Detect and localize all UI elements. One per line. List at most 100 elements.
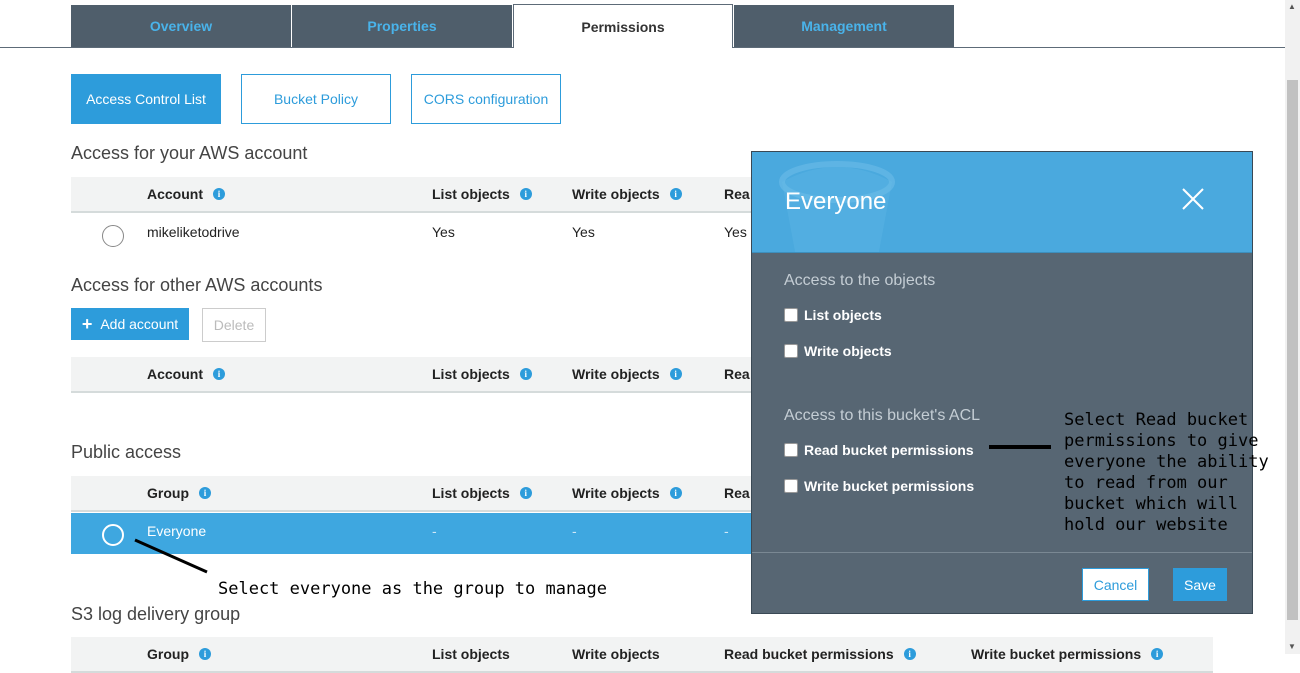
- column-read-label: Rea: [724, 485, 750, 501]
- acl-heading: Access to this bucket's ACL: [784, 407, 981, 424]
- info-icon[interactable]: i: [213, 188, 225, 200]
- column-list-label: List objects: [432, 366, 510, 382]
- write-bucket-checkbox[interactable]: [784, 479, 798, 493]
- column-read: Rea: [724, 186, 750, 202]
- read-bucket-label: Read bucket permissions: [804, 442, 974, 458]
- list-objects-option[interactable]: List objects: [784, 307, 882, 323]
- info-icon[interactable]: i: [669, 188, 682, 200]
- add-account-label: Add account: [100, 316, 179, 332]
- delete-button[interactable]: Delete: [202, 308, 266, 342]
- other-accounts-title: Access for other AWS accounts: [71, 275, 323, 295]
- column-list-label: List objects: [432, 646, 510, 662]
- column-group: Group i: [147, 485, 211, 501]
- everyone-radio[interactable]: [102, 524, 124, 546]
- subtab-bucket-policy[interactable]: Bucket Policy: [241, 74, 391, 124]
- info-icon[interactable]: i: [213, 368, 225, 380]
- column-list-label: List objects: [432, 186, 510, 202]
- annotation-line: permissions to give: [1064, 431, 1259, 451]
- column-write-bucket-label: Write bucket permissions: [971, 646, 1142, 662]
- column-write-objects: Write objects: [572, 646, 660, 662]
- save-button[interactable]: Save: [1173, 568, 1227, 601]
- info-icon[interactable]: i: [669, 487, 682, 499]
- tab-overview[interactable]: Overview: [71, 5, 291, 47]
- annotation-line: hold our website: [1064, 515, 1228, 535]
- scroll-down-arrow[interactable]: ▼: [1288, 642, 1296, 651]
- tab-properties[interactable]: Properties: [292, 5, 512, 47]
- info-icon[interactable]: i: [1151, 648, 1164, 660]
- annotation-line: bucket which will: [1064, 494, 1238, 514]
- column-account: Account i: [147, 366, 225, 382]
- info-icon[interactable]: i: [903, 648, 916, 660]
- info-icon[interactable]: i: [519, 368, 532, 380]
- column-list-objects: List objects i: [432, 366, 532, 382]
- tab-permissions[interactable]: Permissions: [513, 4, 733, 48]
- objects-heading: Access to the objects: [784, 272, 936, 289]
- read-bucket-option[interactable]: Read bucket permissions: [784, 442, 974, 458]
- list-objects-checkbox[interactable]: [784, 308, 798, 322]
- column-group-label: Group: [147, 485, 189, 501]
- annotation-read-note: Select Read bucket permissions to give e…: [1064, 410, 1269, 536]
- write-objects-checkbox[interactable]: [784, 344, 798, 358]
- modal-title: Everyone: [785, 188, 887, 215]
- column-read: Rea: [724, 366, 750, 382]
- info-icon[interactable]: i: [519, 487, 532, 499]
- column-read-bucket-label: Read bucket permissions: [724, 646, 894, 662]
- cancel-button[interactable]: Cancel: [1082, 568, 1149, 601]
- write-bucket-option[interactable]: Write bucket permissions: [784, 478, 974, 494]
- own-account-title: Access for your AWS account: [71, 143, 308, 163]
- column-write-objects: Write objects i: [572, 186, 682, 202]
- column-list-objects: List objects i: [432, 186, 532, 202]
- list-objects-label: List objects: [804, 307, 882, 323]
- column-write-objects: Write objects i: [572, 485, 682, 501]
- column-list-label: List objects: [432, 485, 510, 501]
- read-bucket-checkbox[interactable]: [784, 443, 798, 457]
- public-access-title: Public access: [71, 442, 182, 462]
- column-write-label: Write objects: [572, 646, 660, 662]
- write-objects-option[interactable]: Write objects: [784, 343, 892, 359]
- subtab-access-control-list[interactable]: Access Control List: [71, 74, 221, 124]
- column-list-objects: List objects i: [432, 485, 532, 501]
- annotation-line-everyone: [134, 538, 208, 574]
- modal-header: Everyone: [752, 152, 1252, 253]
- tab-management[interactable]: Management: [734, 5, 954, 47]
- everyone-read-value: -: [724, 523, 729, 539]
- column-read-bucket: Read bucket permissions i: [724, 646, 916, 662]
- annotation-line-read: [989, 445, 1051, 449]
- log-delivery-table-header: Group i List objects Write objects Read b…: [71, 637, 1213, 673]
- own-account-name: mikeliketodrive: [147, 224, 240, 240]
- column-read: Rea: [724, 485, 750, 501]
- everyone-permissions-modal: Everyone Access to the objects List obje…: [751, 151, 1253, 614]
- subtab-cors-configuration[interactable]: CORS configuration: [411, 74, 561, 124]
- info-icon[interactable]: i: [519, 188, 532, 200]
- column-list-objects: List objects: [432, 646, 510, 662]
- add-account-button[interactable]: + Add account: [71, 308, 189, 340]
- plus-icon: +: [81, 314, 93, 334]
- own-account-radio[interactable]: [102, 225, 124, 247]
- column-write-label: Write objects: [572, 366, 660, 382]
- annotation-select-everyone: Select everyone as the group to manage: [218, 579, 607, 599]
- info-icon[interactable]: i: [669, 368, 682, 380]
- column-read-label: Rea: [724, 186, 750, 202]
- write-bucket-label: Write bucket permissions: [804, 478, 975, 494]
- scroll-up-arrow[interactable]: ▲: [1288, 2, 1296, 11]
- info-icon[interactable]: i: [199, 487, 211, 499]
- column-group: Group i: [147, 646, 211, 662]
- column-group-label: Group: [147, 646, 189, 662]
- annotation-line: to read from our: [1064, 473, 1228, 493]
- column-write-objects: Write objects i: [572, 366, 682, 382]
- log-delivery-title: S3 log delivery group: [71, 604, 241, 624]
- everyone-list-value: -: [432, 523, 437, 539]
- column-write-bucket: Write bucket permissions i: [971, 646, 1164, 662]
- annotation-line: everyone the ability: [1064, 452, 1269, 472]
- info-icon[interactable]: i: [199, 648, 211, 660]
- modal-footer-divider: [752, 552, 1252, 553]
- everyone-write-value: -: [572, 523, 577, 539]
- column-read-label: Rea: [724, 366, 750, 382]
- own-account-write-value: Yes: [572, 224, 595, 240]
- scrollbar-thumb[interactable]: [1287, 80, 1298, 620]
- close-icon[interactable]: [1180, 186, 1206, 212]
- column-write-label: Write objects: [572, 485, 660, 501]
- column-account-label: Account: [147, 366, 203, 382]
- column-account: Account i: [147, 186, 225, 202]
- own-account-read-value: Yes: [724, 224, 747, 240]
